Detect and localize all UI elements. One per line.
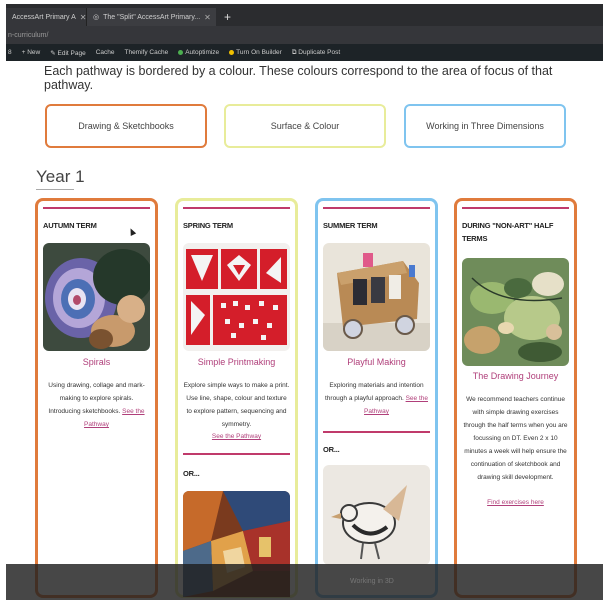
- term-heading: SUMMER TERM: [323, 221, 378, 230]
- pathway-title-link[interactable]: Playful Making: [318, 357, 435, 367]
- term-heading: SPRING TERM: [183, 221, 233, 230]
- card-divider: [183, 207, 290, 209]
- find-exercises-link[interactable]: Find exercises here: [462, 499, 569, 506]
- playful-making-image[interactable]: [323, 243, 430, 351]
- printmaking-image[interactable]: [183, 243, 290, 351]
- overlay-caption: Working in 3D: [350, 578, 394, 585]
- intro-text: Each pathway is bordered by a colour. Th…: [44, 64, 553, 92]
- card-divider: [323, 431, 430, 433]
- term-heading: DURING "NON-ART" HALF TERMS: [462, 221, 554, 243]
- card-summer: SUMMER TERM Playful Making Exploring mat…: [315, 198, 438, 598]
- builder-icon: [229, 49, 235, 55]
- browser-tab[interactable]: AccessArt Primary A ✕: [6, 8, 86, 26]
- card-description: We recommend teachers continue with simp…: [463, 396, 568, 481]
- card-description: Explore simple ways to make a print. Use…: [183, 382, 290, 428]
- card-divider: [183, 453, 290, 455]
- browser-window: AccessArt Primary A ✕ ◎ The "Split" Acce…: [6, 4, 603, 600]
- card-divider: [323, 207, 430, 209]
- tab-label: The "Split" AccessArt Primary...: [103, 13, 201, 21]
- admin-item-autoptimize[interactable]: Autoptimize: [178, 49, 219, 56]
- url-text: n-curriculum/: [8, 31, 49, 39]
- admin-item-cache[interactable]: Cache: [96, 49, 115, 56]
- year-heading: Year 1: [36, 167, 85, 186]
- card-spring: SPRING TERM Simple Printmaking Explore s…: [175, 198, 298, 598]
- or-label: OR...: [323, 445, 340, 454]
- pathway-title-link[interactable]: Spirals: [38, 357, 155, 367]
- card-description: Exploring materials and intention throug…: [324, 382, 428, 415]
- card-description: Using drawing, collage and mark-making t…: [48, 382, 145, 428]
- card-autumn: AUTUMN TERM Spirals Using drawing, colla…: [35, 198, 158, 598]
- close-icon[interactable]: ✕: [204, 13, 211, 22]
- pathway-3d-button[interactable]: Working in Three Dimensions: [404, 104, 566, 148]
- tab-label: AccessArt Primary A: [12, 13, 76, 21]
- card-non-art: DURING "NON-ART" HALF TERMS The Drawing J…: [454, 198, 577, 598]
- or-label: OR...: [183, 469, 200, 478]
- card-divider: [43, 207, 150, 209]
- admin-item-themify-cache[interactable]: Themify Cache: [124, 49, 168, 56]
- admin-item-duplicate[interactable]: ⧉ Duplicate Post: [292, 49, 340, 57]
- pathway-drawing-button[interactable]: Drawing & Sketchbooks: [45, 104, 207, 148]
- pencil-icon: ✎: [50, 49, 58, 57]
- bird-sculpture-image[interactable]: [323, 465, 430, 565]
- new-tab-button[interactable]: +: [216, 8, 239, 26]
- admin-item-edit-page[interactable]: ✎ Edit Page: [50, 49, 85, 57]
- globe-icon: ◎: [93, 14, 100, 21]
- spirals-image[interactable]: [43, 243, 150, 351]
- heading-underline: [36, 189, 74, 190]
- address-bar[interactable]: n-curriculum/: [6, 26, 603, 44]
- admin-item-count[interactable]: 8: [8, 49, 12, 56]
- see-pathway-link[interactable]: See the Pathway: [183, 433, 290, 440]
- tab-bar: AccessArt Primary A ✕ ◎ The "Split" Acce…: [6, 4, 603, 26]
- status-dot-icon: [178, 49, 184, 55]
- pathway-title-link[interactable]: Simple Printmaking: [178, 357, 295, 367]
- admin-bar: 8 + New ✎ Edit Page Cache Themify Cache …: [6, 44, 603, 61]
- card-divider: [462, 207, 569, 209]
- video-controls-overlay[interactable]: Working in 3D: [6, 564, 603, 600]
- admin-item-builder[interactable]: Turn On Builder: [229, 49, 282, 56]
- drawing-journey-image[interactable]: [462, 258, 569, 366]
- admin-item-new[interactable]: + New: [22, 49, 41, 56]
- browser-tab-active[interactable]: ◎ The "Split" AccessArt Primary... ✕: [86, 8, 216, 26]
- term-heading: AUTUMN TERM: [43, 221, 97, 230]
- pathway-title-link[interactable]: The Drawing Journey: [457, 371, 574, 381]
- pathway-surface-button[interactable]: Surface & Colour: [224, 104, 386, 148]
